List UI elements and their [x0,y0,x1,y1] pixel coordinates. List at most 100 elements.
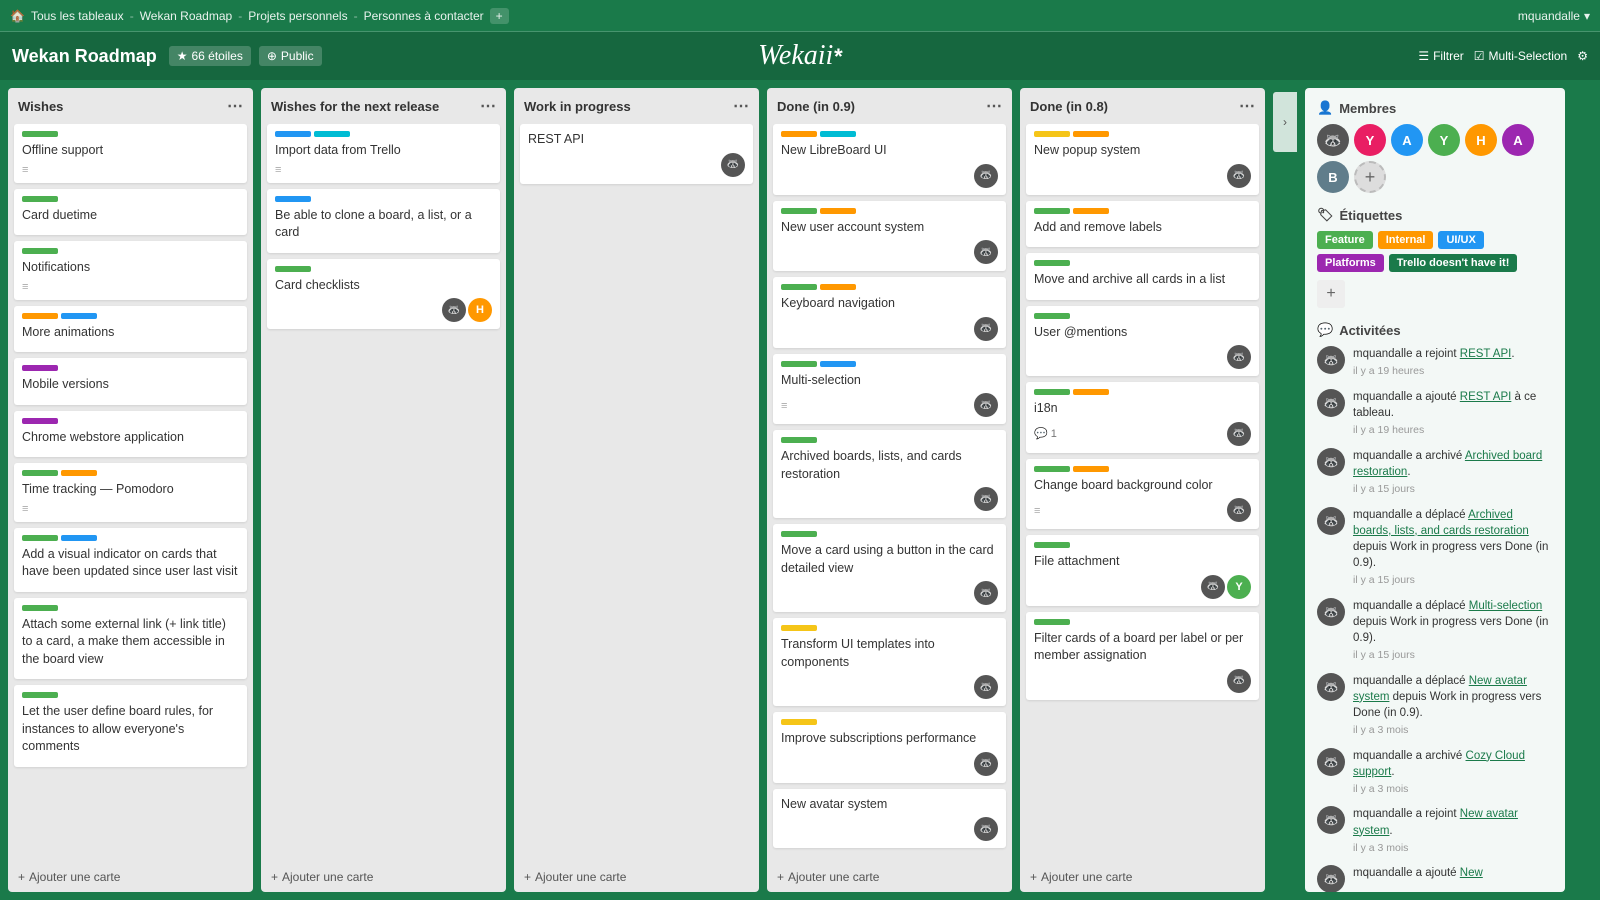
card-e2[interactable]: Add and remove labels [1026,201,1259,248]
card-w5[interactable]: Mobile versions [14,358,247,405]
activity-link-7[interactable]: Cozy Cloud support [1353,750,1525,778]
add-card-wishes[interactable]: + Ajouter une carte [8,862,253,892]
label-feature[interactable]: Feature [1317,231,1373,249]
card-d9[interactable]: New avatar system 🦝 [773,789,1006,849]
activity-link-9[interactable]: New [1460,867,1483,879]
nav-current-board[interactable]: Wekan Roadmap [140,9,233,23]
activity-time-6: il y a 3 mois [1353,723,1553,738]
card-e5-avatar: 🦝 [1227,422,1251,446]
activity-link-4[interactable]: Archived boards, lists, and cards restor… [1353,509,1529,537]
card-w7[interactable]: Time tracking — Pomodoro ≡ [14,463,247,522]
card-w1-title: Offline support [22,142,239,160]
member-avatar-raccoon[interactable]: 🦝 [1317,124,1349,156]
member-avatar-Y2[interactable]: Y [1428,124,1460,156]
card-d2[interactable]: New user account system 🦝 [773,201,1006,272]
card-w4[interactable]: More animations [14,306,247,353]
member-add-btn[interactable]: + [1354,161,1386,193]
list-wishes-menu[interactable]: ⋯ [227,96,243,116]
card-d4-avatar: 🦝 [974,393,998,417]
members-title: 👤 Membres [1317,100,1553,116]
list-wishes-next-menu[interactable]: ⋯ [480,96,496,116]
add-label-btn[interactable]: + [1317,280,1345,308]
visibility-icon: ⊕ [267,49,277,63]
sidebar-toggle-btn[interactable]: › [1273,92,1297,152]
card-d1[interactable]: New LibreBoard UI 🦝 [773,124,1006,195]
card-wn3[interactable]: Card checklists 🦝 H [267,259,500,330]
card-wip1[interactable]: REST API 🦝 [520,124,753,184]
card-d7-title: Transform UI templates into components [781,636,998,671]
add-card-wishes-next[interactable]: + Ajouter une carte [261,862,506,892]
visibility-button[interactable]: ⊕ Public [259,46,322,66]
card-d5[interactable]: Archived boards, lists, and cards restor… [773,430,1006,518]
list-wishes-next-header: Wishes for the next release ⋯ [261,88,506,124]
card-d1-avatar: 🦝 [974,164,998,188]
nav-project[interactable]: Projets personnels [248,9,347,23]
card-d3[interactable]: Keyboard navigation 🦝 [773,277,1006,348]
card-w2[interactable]: Card duetime [14,189,247,236]
card-e8[interactable]: Filter cards of a board per label or per… [1026,612,1259,700]
member-avatar-B[interactable]: B [1317,161,1349,193]
member-avatar-Y[interactable]: Y [1354,124,1386,156]
card-w3[interactable]: Notifications ≡ [14,241,247,300]
card-e7[interactable]: File attachment 🦝 Y [1026,535,1259,606]
top-nav: 🏠 Tous les tableaux - Wekan Roadmap - Pr… [0,0,1600,32]
nav-add-btn[interactable]: + [490,8,509,24]
nav-contacts[interactable]: Personnes à contacter [364,9,484,23]
labels-icon: 🏷 [1317,207,1334,223]
settings-button[interactable]: ⚙ [1577,49,1588,63]
star-button[interactable]: ★ 66 étoiles [169,46,251,66]
multi-select-icon: ☑ [1474,49,1485,63]
card-e3[interactable]: Move and archive all cards in a list [1026,253,1259,300]
activity-link-6[interactable]: New avatar system [1353,675,1527,703]
nav-all-boards[interactable]: Tous les tableaux [31,9,124,23]
card-w10[interactable]: Let the user define board rules, for ins… [14,685,247,767]
activity-link-2[interactable]: REST API [1460,391,1512,403]
card-wn1[interactable]: Import data from Trello ≡ [267,124,500,183]
list-done08-header: Done (in 0.8) ⋯ [1020,88,1265,124]
card-d6[interactable]: Move a card using a button in the card d… [773,524,1006,612]
list-done08-menu[interactable]: ⋯ [1239,96,1255,116]
list-wip-menu[interactable]: ⋯ [733,96,749,116]
activity-link-5[interactable]: Multi-selection [1469,600,1543,612]
add-card-done09[interactable]: + Ajouter une carte [767,862,1012,892]
list-done09-menu[interactable]: ⋯ [986,96,1002,116]
list-wip-title: Work in progress [524,99,631,114]
board-header: Wekan Roadmap ★ 66 étoiles ⊕ Public Weka… [0,32,1600,80]
member-avatar-A1[interactable]: A [1391,124,1423,156]
card-w1[interactable]: Offline support ≡ [14,124,247,183]
home-icon[interactable]: 🏠 [10,9,25,23]
card-e6[interactable]: Change board background color ≡ 🦝 [1026,459,1259,530]
card-e4[interactable]: User @mentions 🦝 [1026,306,1259,377]
card-wn2[interactable]: Be able to clone a board, a list, or a c… [267,189,500,253]
nav-user[interactable]: mquandalle ▾ [1518,9,1590,23]
card-d7[interactable]: Transform UI templates into components 🦝 [773,618,1006,706]
multi-select-button[interactable]: ☑ Multi-Selection [1474,49,1567,63]
card-wip1-title: REST API [528,131,745,149]
add-icon-4: + [777,870,784,884]
app-container: 🏠 Tous les tableaux - Wekan Roadmap - Pr… [0,0,1600,900]
activity-link-1[interactable]: REST API [1460,348,1512,360]
board-meta: ★ 66 étoiles ⊕ Public [169,46,322,66]
add-card-wip[interactable]: + Ajouter une carte [514,862,759,892]
activity-link-8[interactable]: New avatar system [1353,808,1518,836]
nav-sep-2: - [238,9,242,23]
card-w6[interactable]: Chrome webstore application [14,411,247,458]
card-e5-title: i18n [1034,400,1251,418]
label-internal[interactable]: Internal [1378,231,1434,249]
label-platforms[interactable]: Platforms [1317,254,1384,272]
filter-button[interactable]: ☰ Filtrer [1418,49,1463,63]
card-e4-avatar: 🦝 [1227,345,1251,369]
member-avatar-A2[interactable]: A [1502,124,1534,156]
add-card-done08[interactable]: + Ajouter une carte [1020,862,1265,892]
member-avatar-H[interactable]: H [1465,124,1497,156]
label-uiux[interactable]: UI/UX [1438,231,1483,249]
activity-link-3[interactable]: Archived board restoration [1353,450,1542,478]
activity-text-9: mquandalle a ajouté New [1353,865,1483,881]
card-d8[interactable]: Improve subscriptions performance 🦝 [773,712,1006,783]
label-trello[interactable]: Trello doesn't have it! [1389,254,1518,272]
card-d4[interactable]: Multi-selection ≡ 🦝 [773,354,1006,425]
card-e1[interactable]: New popup system 🦝 [1026,124,1259,195]
card-e5[interactable]: i18n 💬1 🦝 [1026,382,1259,453]
card-w8[interactable]: Add a visual indicator on cards that hav… [14,528,247,592]
card-w9[interactable]: Attach some external link (+ link title)… [14,598,247,680]
